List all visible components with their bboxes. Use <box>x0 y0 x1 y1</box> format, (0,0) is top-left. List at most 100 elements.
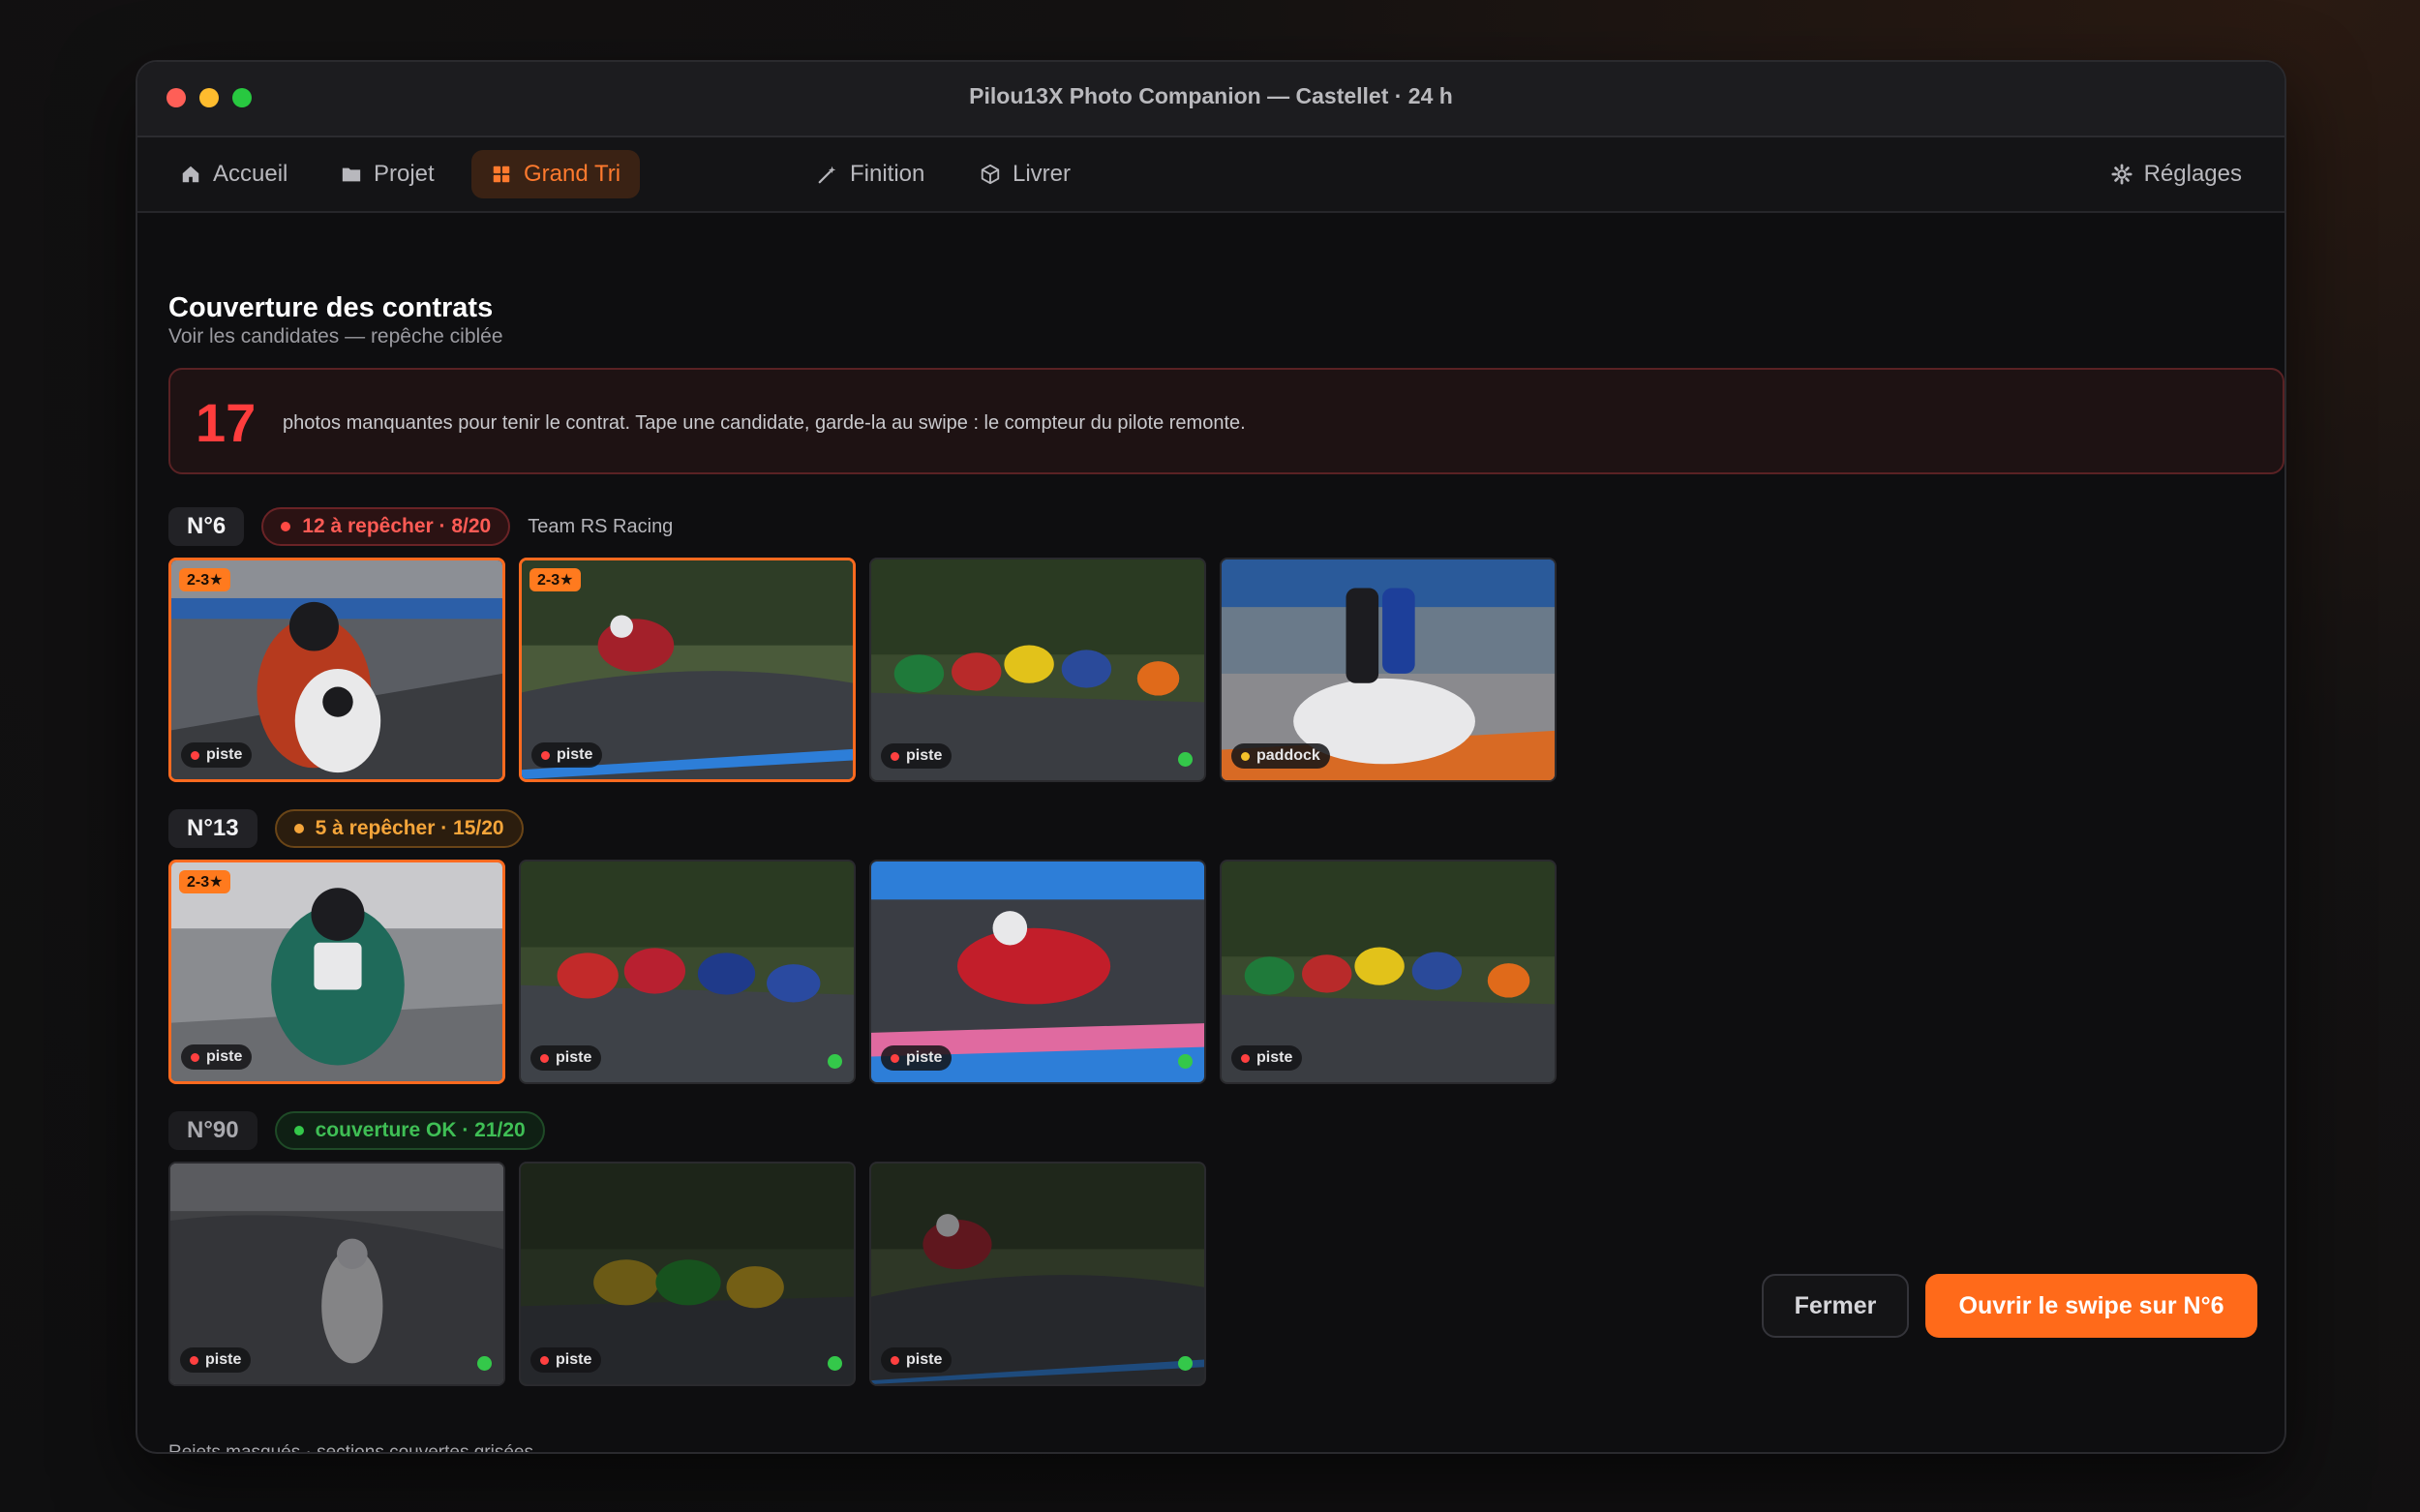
photo-thumbnail[interactable]: piste <box>869 860 1206 1084</box>
main-content: Couverture des contrats Voir les candida… <box>168 211 2284 1454</box>
kept-indicator <box>1178 1054 1193 1069</box>
tag-label: piste <box>556 1049 592 1066</box>
status-dot <box>281 522 291 531</box>
tag-label: piste <box>1256 1049 1293 1066</box>
tab-livrer[interactable]: Livrer <box>960 150 1090 198</box>
tag-label: paddock <box>1256 747 1320 764</box>
photo-thumbnail[interactable]: piste <box>519 1162 856 1386</box>
photo-tag: piste <box>1231 1045 1303 1071</box>
tab-finition[interactable]: Finition <box>798 150 944 198</box>
nav-bar: Accueil Projet Grand Tri Finition Livrer… <box>137 137 2284 213</box>
kept-indicator <box>1178 1356 1193 1371</box>
tab-label: Accueil <box>213 161 288 187</box>
wand-icon <box>818 166 836 184</box>
kept-indicator <box>1178 752 1193 767</box>
home-icon <box>182 166 199 183</box>
tag-dot <box>891 1355 899 1365</box>
kept-indicator <box>828 1356 842 1371</box>
close-button[interactable]: Fermer <box>1762 1274 1909 1338</box>
kept-indicator <box>828 1054 842 1069</box>
tab-grand-tri[interactable]: Grand Tri <box>471 150 641 198</box>
tag-label: piste <box>906 1351 943 1368</box>
tab-label: Livrer <box>1013 161 1072 187</box>
rider-number: N°6 <box>168 507 245 546</box>
tab-label: Finition <box>850 161 925 187</box>
photo-tag: piste <box>530 1347 602 1373</box>
tag-dot <box>891 751 899 761</box>
missing-photos-alert: 17 photos manquantes pour tenir le contr… <box>168 368 2284 474</box>
missing-count: 17 <box>196 392 257 453</box>
settings-button[interactable]: Réglages <box>2092 150 2261 198</box>
status-dot <box>293 1126 304 1135</box>
photo-tag: piste <box>181 742 253 768</box>
status-text: couverture OK · 21/20 <box>315 1119 526 1141</box>
page-title: Couverture des contrats <box>168 292 494 323</box>
gear-icon <box>2111 164 2133 185</box>
rating-badge: 2-3★ <box>179 870 231 893</box>
photo-tag: piste <box>881 743 953 769</box>
folder-icon <box>342 167 361 182</box>
tab-label: Projet <box>374 161 435 187</box>
section-header-90: N°90 couverture OK · 21/20 <box>168 1111 545 1150</box>
tag-label: piste <box>206 1048 243 1065</box>
tag-dot <box>191 750 199 760</box>
photo-thumbnail[interactable]: piste <box>168 1162 505 1386</box>
page-subtitle: Voir les candidates — repêche ciblée <box>168 325 503 348</box>
photo-tag: paddock <box>1231 743 1330 769</box>
tag-dot <box>1241 751 1250 761</box>
photo-thumbnail[interactable]: piste <box>1220 860 1557 1084</box>
status-badge: 12 à repêcher · 8/20 <box>261 507 511 546</box>
rider-number: N°90 <box>168 1111 257 1150</box>
tag-label: piste <box>206 746 243 763</box>
photo-thumbnail[interactable]: piste <box>519 860 856 1084</box>
photo-thumbnail[interactable]: piste <box>869 1162 1206 1386</box>
tag-dot <box>541 750 550 760</box>
tab-label: Grand Tri <box>524 161 621 187</box>
footer-note: Rejets masqués · sections couvertes gris… <box>168 1442 533 1454</box>
tag-label: piste <box>557 746 593 763</box>
status-text: 12 à repêcher · 8/20 <box>302 515 492 537</box>
section-header-13: N°13 5 à repêcher · 15/20 <box>168 809 524 848</box>
tag-dot <box>191 1052 199 1062</box>
tag-label: piste <box>906 747 943 764</box>
title-bar: Pilou13X Photo Companion — Castellet · 2… <box>137 62 2284 137</box>
tag-dot <box>1241 1053 1250 1063</box>
kept-indicator <box>477 1356 492 1371</box>
box-icon <box>981 164 1000 185</box>
tag-label: piste <box>205 1351 242 1368</box>
photo-thumbnail[interactable]: 2-3★ piste <box>168 558 505 782</box>
tag-dot <box>891 1053 899 1063</box>
photo-tag: piste <box>531 742 603 768</box>
status-badge: couverture OK · 21/20 <box>274 1111 545 1150</box>
tag-label: piste <box>906 1049 943 1066</box>
alert-message: photos manquantes pour tenir le contrat.… <box>283 412 1246 434</box>
grid-icon <box>493 166 510 183</box>
tag-label: piste <box>556 1351 592 1368</box>
app-window: Pilou13X Photo Companion — Castellet · 2… <box>136 60 2286 1454</box>
tab-accueil[interactable]: Accueil <box>161 150 307 198</box>
tab-projet[interactable]: Projet <box>321 150 454 198</box>
status-badge: 5 à repêcher · 15/20 <box>274 809 524 848</box>
photo-tag: piste <box>530 1045 602 1071</box>
tag-dot <box>540 1053 549 1063</box>
section-header-6: N°6 12 à repêcher · 8/20 Team RS Racing <box>168 507 673 546</box>
team-name: Team RS Racing <box>528 515 674 537</box>
open-swipe-button[interactable]: Ouvrir le swipe sur N°6 <box>1925 1274 2257 1338</box>
photo-thumbnail[interactable]: 2-3★ piste <box>168 860 505 1084</box>
photo-tag: piste <box>881 1045 953 1071</box>
photo-thumbnail[interactable]: 2-3★ piste <box>519 558 856 782</box>
tag-dot <box>190 1355 198 1365</box>
photo-tag: piste <box>180 1347 252 1373</box>
photo-tag: piste <box>181 1044 253 1070</box>
status-text: 5 à repêcher · 15/20 <box>315 817 504 839</box>
photo-thumbnail[interactable]: paddock <box>1220 558 1557 782</box>
rating-badge: 2-3★ <box>179 568 231 591</box>
status-dot <box>293 824 304 833</box>
rating-badge: 2-3★ <box>529 568 582 591</box>
photo-thumbnail[interactable]: piste <box>869 558 1206 782</box>
settings-label: Réglages <box>2143 161 2242 187</box>
tag-dot <box>540 1355 549 1365</box>
rider-number: N°13 <box>168 809 257 848</box>
window-title: Pilou13X Photo Companion — Castellet · 2… <box>969 83 1453 108</box>
photo-tag: piste <box>881 1347 953 1373</box>
